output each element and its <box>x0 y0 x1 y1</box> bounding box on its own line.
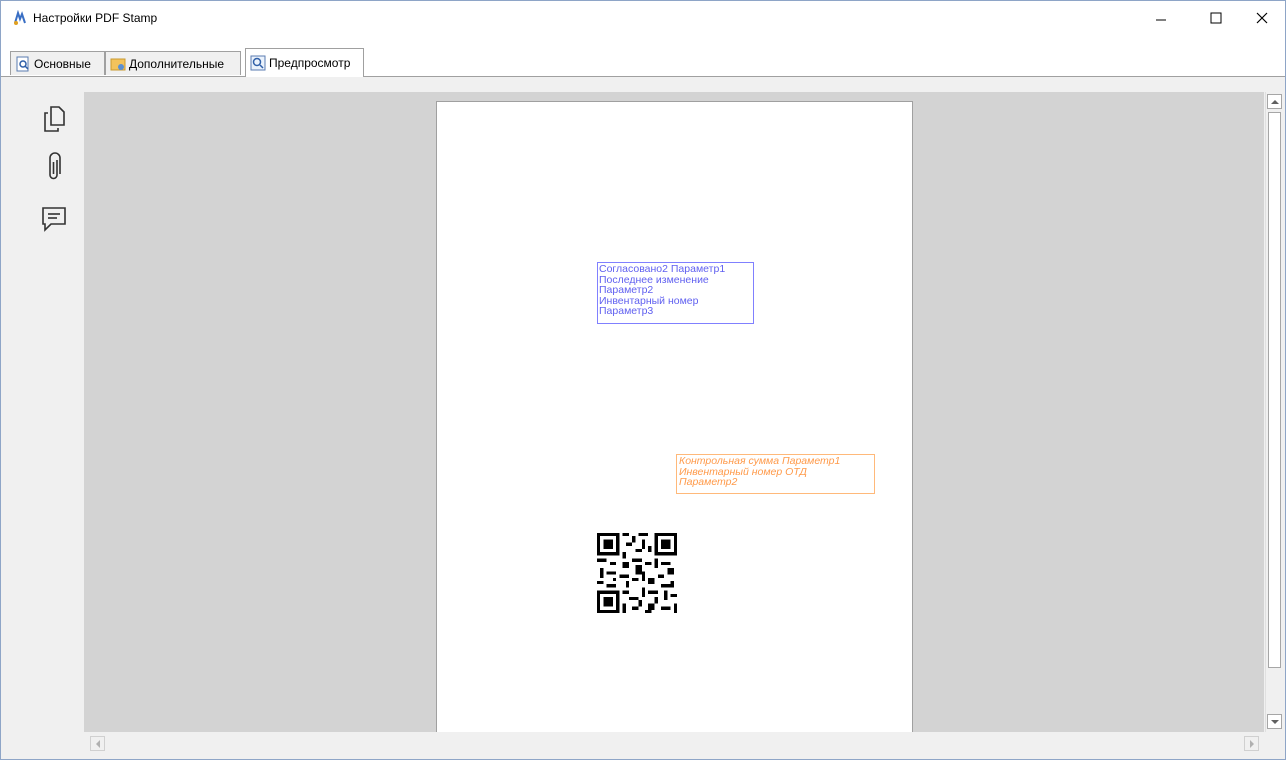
close-icon <box>1256 12 1268 24</box>
close-button[interactable] <box>1239 1 1285 35</box>
attachment-icon <box>49 152 61 180</box>
stamp-line: Параметр3 <box>599 305 654 317</box>
attachment-tool-button[interactable] <box>38 151 70 183</box>
comment-tool-button[interactable] <box>38 203 70 235</box>
scroll-up-button[interactable] <box>1267 94 1282 109</box>
tab-preview-label: Предпросмотр <box>269 56 351 70</box>
tab-preview[interactable]: Предпросмотр <box>245 48 364 77</box>
preview-panel: Согласовано2 Параметр1 Последнее изменен… <box>2 77 1285 759</box>
window-title: Настройки PDF Stamp <box>33 11 158 25</box>
pages-icon <box>44 106 65 132</box>
arrow-right-icon <box>1249 739 1254 748</box>
arrow-up-icon <box>1270 99 1279 104</box>
folder-gear-icon <box>110 56 126 72</box>
stamp-line: Параметр2 <box>599 284 654 296</box>
stamp-line: Параметр2 <box>679 476 738 488</box>
search-doc-icon <box>15 56 31 72</box>
tab-main[interactable]: Основные <box>10 51 105 75</box>
tab-additional-label: Дополнительные <box>129 56 224 71</box>
scroll-down-button[interactable] <box>1267 714 1282 729</box>
stamp-blue[interactable]: Согласовано2 Параметр1 Последнее изменен… <box>597 262 754 324</box>
arrow-left-icon <box>95 739 100 748</box>
pdf-viewer[interactable]: Согласовано2 Параметр1 Последнее изменен… <box>84 92 1264 732</box>
arrow-down-icon <box>1270 719 1279 724</box>
comment-icon <box>42 207 66 232</box>
qr-code[interactable] <box>597 533 677 613</box>
horizontal-scrollbar[interactable] <box>84 733 1265 751</box>
viewer-sidebar <box>2 77 84 757</box>
app-icon <box>12 9 28 26</box>
settings-window: Настройки PDF Stamp Основные Дополнитель… <box>0 0 1286 760</box>
stamp-orange[interactable]: Контрольная сумма Параметр1 Инвентарный … <box>676 454 875 494</box>
preview-icon <box>250 55 266 71</box>
minimize-icon <box>1156 19 1166 21</box>
scroll-right-button[interactable] <box>1244 736 1259 751</box>
minimize-button[interactable] <box>1138 1 1184 35</box>
tab-additional[interactable]: Дополнительные <box>105 51 241 75</box>
stamp-line: Контрольная сумма Параметр1 <box>679 455 841 467</box>
vertical-scrollbar[interactable] <box>1265 92 1283 732</box>
stamp-line: Согласовано2 Параметр1 <box>599 263 726 275</box>
scroll-thumb[interactable] <box>1268 112 1281 668</box>
pages-tool-button[interactable] <box>38 103 70 135</box>
maximize-button[interactable] <box>1193 1 1239 35</box>
pdf-page: Согласовано2 Параметр1 Последнее изменен… <box>436 101 913 732</box>
title-bar: Настройки PDF Stamp <box>1 1 1285 35</box>
maximize-icon <box>1210 12 1222 24</box>
scroll-left-button[interactable] <box>90 736 105 751</box>
tab-main-label: Основные <box>34 56 91 71</box>
tab-strip: Основные Дополнительные Предпросмотр <box>1 35 1285 77</box>
